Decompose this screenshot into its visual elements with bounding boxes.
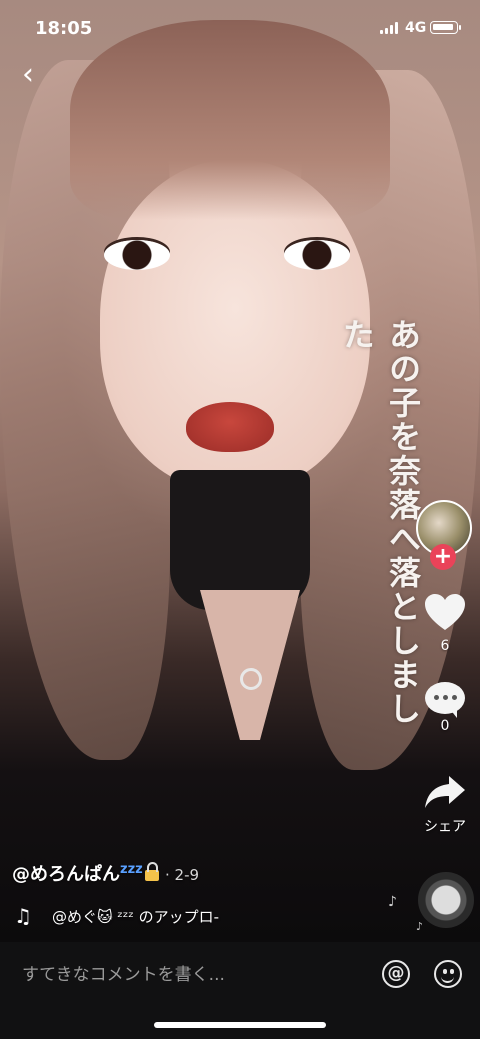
creator-avatar-button[interactable]: +	[416, 500, 472, 570]
status-time: 18:05	[35, 18, 93, 39]
floating-note-icon: ♪	[388, 894, 397, 910]
music-note-icon: ♫	[14, 904, 32, 928]
lips	[186, 402, 274, 452]
music-disc-button[interactable]	[418, 872, 474, 928]
post-username[interactable]: @めろんぱんzzz · 2-9	[12, 860, 199, 886]
chevron-left-icon[interactable]: ‹	[14, 60, 42, 90]
zzz-emoji: zzz	[120, 862, 143, 877]
comment-button[interactable]: 0	[418, 682, 472, 734]
comment-count: 0	[440, 718, 450, 734]
like-button[interactable]: 6	[418, 592, 472, 654]
smiley-icon[interactable]	[434, 960, 462, 988]
username-text[interactable]: @めろんぱん	[12, 864, 120, 885]
follow-plus-icon[interactable]: +	[430, 544, 456, 570]
share-label: シェア	[424, 819, 466, 835]
necklace-pendant	[240, 668, 262, 690]
lock-icon	[144, 862, 159, 881]
share-arrow-icon[interactable]	[423, 774, 467, 810]
eye-left	[104, 240, 170, 270]
status-bar: 18:05 4G	[0, 0, 480, 56]
heart-icon[interactable]	[423, 592, 467, 632]
neck-collar	[170, 470, 310, 610]
music-title[interactable]: @めぐ🐱 ᶻᶻᶻ のアップロ-	[52, 906, 219, 927]
neckline	[200, 590, 300, 740]
comment-icon[interactable]	[425, 682, 465, 718]
comment-input[interactable]: すてきなコメントを書く...	[22, 960, 225, 985]
home-indicator[interactable]	[154, 1022, 326, 1028]
post-date: · 2-9	[164, 866, 200, 884]
signal-icon	[380, 22, 398, 34]
share-button[interactable]: シェア	[418, 774, 472, 836]
battery-icon	[430, 21, 461, 34]
like-count: 6	[440, 638, 450, 654]
network-label: 4G	[405, 20, 427, 36]
at-sign-icon[interactable]: @	[382, 960, 410, 988]
eye-right	[284, 240, 350, 270]
music-row[interactable]: ♫ @めぐ🐱 ᶻᶻᶻ のアップロ-	[14, 904, 219, 928]
floating-note-icon: ♪	[416, 920, 424, 933]
